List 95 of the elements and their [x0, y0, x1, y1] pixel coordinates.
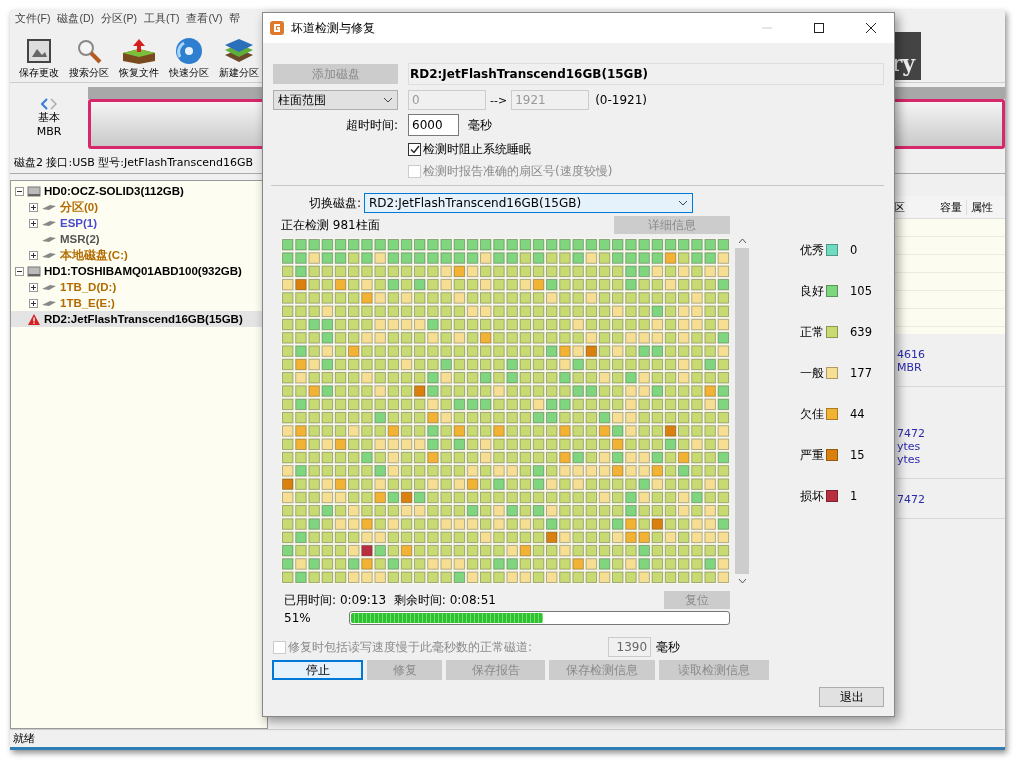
checkbox[interactable] [408, 143, 421, 156]
disk-info: 磁盘2 接口:USB 型号:JetFlashTranscend16GB [14, 156, 254, 169]
detail-text: MBR [897, 361, 922, 374]
partition-icon [41, 235, 57, 243]
time-info: 已用时间: 0:09:13 剩余时间: 0:08:51 [284, 591, 496, 609]
detail-text: ytes [897, 453, 921, 466]
search-icon [75, 37, 103, 65]
detail-text: 7472 [897, 427, 925, 440]
expand-box[interactable] [29, 218, 38, 228]
tree-item[interactable]: 分区(0) [11, 199, 267, 215]
timeout-field[interactable]: 6000 [408, 114, 459, 136]
tree-item[interactable]: MSR(2) [11, 231, 267, 247]
expand-box[interactable] [15, 266, 24, 276]
legend-label: 严重 [800, 447, 824, 463]
menu-item[interactable]: 磁盘(D) [57, 12, 94, 28]
tree-item[interactable]: HD1:TOSHIBAMQ01ABD100(932GB) [11, 263, 267, 279]
switch-disk-label: 切换磁盘: [307, 194, 361, 212]
disk-type-label: MBR [36, 125, 62, 138]
warning-icon [27, 312, 41, 326]
legend-count: 44 [850, 407, 865, 421]
disc-icon [174, 37, 204, 65]
scroll-thumb[interactable] [735, 248, 749, 574]
layers-icon [223, 37, 255, 65]
tree-item[interactable]: HD0:OCZ-SOLID3(112GB) [11, 183, 267, 199]
partition-icon [41, 251, 57, 259]
menu-item[interactable]: 查看(V) [186, 12, 223, 28]
legend-count: 0 [850, 243, 858, 257]
disk-dropdown[interactable]: RD2:JetFlashTranscend16GB(15GB) [364, 193, 693, 213]
menu-item[interactable]: 帮 [229, 12, 241, 28]
legend-label: 正常 [800, 324, 824, 340]
column-header[interactable]: 区 [894, 199, 910, 215]
tree-item[interactable]: 1TB_E(E:) [11, 295, 267, 311]
expand-box[interactable] [29, 250, 38, 260]
app-icon [269, 20, 285, 36]
detail-text: 7472 [897, 493, 925, 506]
legend-label: 损坏 [800, 488, 824, 504]
legend-count: 1 [850, 489, 858, 503]
expand-box[interactable] [29, 202, 38, 212]
maximize-icon[interactable] [814, 23, 824, 33]
partition-icon [41, 219, 57, 227]
close-icon[interactable] [866, 23, 876, 33]
timeout-label: 超时时间: [344, 116, 398, 134]
legend-count: 639 [850, 325, 872, 339]
toolbar-button[interactable]: 恢复文件 [114, 37, 164, 80]
toolbar-button[interactable]: 快速分区 [164, 37, 214, 80]
chevron-down-icon [678, 200, 688, 206]
window-title: 坏道检测与修复 [291, 19, 376, 37]
partition-icon [41, 203, 57, 211]
timeout-unit: 毫秒 [468, 116, 492, 134]
progress-percent: 51% [284, 611, 312, 625]
scroll-up-icon[interactable] [737, 238, 747, 244]
column-header[interactable]: 属性 [967, 199, 1005, 215]
toolbar-button[interactable]: 保存更改 [14, 37, 64, 80]
layers-arrow-icon [120, 37, 158, 65]
partition-icon [41, 299, 57, 307]
option-label: 检测时报告准确的扇区号(速度较慢) [423, 163, 613, 180]
expand-box[interactable] [29, 282, 38, 292]
status-text: 就绪 [13, 732, 35, 745]
menu-item[interactable]: 分区(P) [101, 12, 137, 28]
option-label: 修复时包括读写速度慢于此毫秒数的正常磁道: [288, 638, 533, 656]
legend-label: 欠佳 [800, 406, 824, 422]
tree-item[interactable]: ESP(1) [11, 215, 267, 231]
legend-label: 良好 [800, 283, 824, 299]
chevron-down-icon [383, 97, 393, 103]
drive-icon [27, 265, 41, 277]
range-arrow: --> [490, 93, 508, 107]
toolbar-button[interactable]: 搜索分区 [64, 37, 114, 80]
range-dropdown[interactable]: 柱面范围 [273, 90, 398, 110]
partition-icon [41, 283, 57, 291]
drive-icon [27, 185, 41, 197]
action-button[interactable]: 停止 [272, 660, 363, 680]
legend-count: 15 [850, 448, 865, 462]
legend-label: 优秀 [800, 242, 824, 258]
menu-item[interactable]: 工具(T) [144, 12, 180, 28]
exit-button[interactable]: 退出 [819, 687, 884, 707]
legend-count: 177 [850, 366, 872, 380]
tree-item[interactable]: 1TB_D(D:) [11, 279, 267, 295]
scan-status: 正在检测 981柱面 [281, 216, 380, 234]
disk-type-label: 基本 [38, 110, 60, 125]
arrow-left-icon[interactable] [41, 98, 48, 110]
menu-item[interactable]: 文件(F) [15, 12, 51, 28]
option-label: 检测时阻止系统睡眠 [423, 141, 531, 158]
save-icon [25, 37, 53, 65]
detail-text: 4616 [897, 348, 925, 361]
tree-item[interactable]: 本地磁盘(C:) [11, 247, 267, 263]
detail-text: ytes [897, 440, 921, 453]
range-hint: (0-1921) [595, 93, 648, 107]
expand-box[interactable] [15, 186, 24, 196]
disk-name-field: RD2:JetFlashTranscend16GB(15GB) [408, 63, 884, 85]
scroll-down-icon[interactable] [737, 578, 747, 584]
column-header[interactable]: 容量 [910, 199, 967, 215]
legend-count: 105 [850, 284, 872, 298]
expand-box[interactable] [29, 298, 38, 308]
legend-label: 一般 [800, 365, 824, 381]
threshold-unit: 毫秒 [656, 638, 681, 656]
